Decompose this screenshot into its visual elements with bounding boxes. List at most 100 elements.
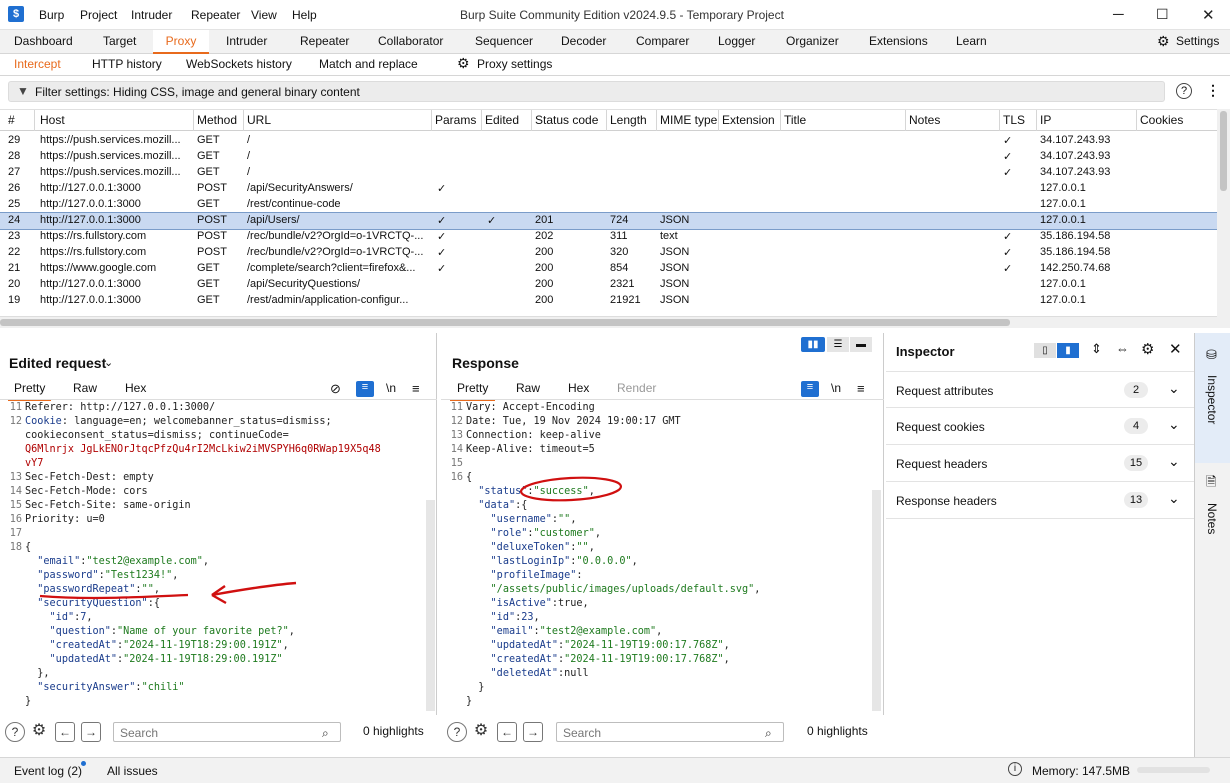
tab-extensions[interactable]: Extensions: [869, 30, 928, 54]
split-horizontal-icon[interactable]: ☰: [827, 337, 849, 352]
table-row[interactable]: 19 http://127.0.0.1:3000 GET/rest/admin/ap…: [0, 293, 1217, 309]
col-url[interactable]: URL: [247, 113, 271, 127]
inspector-section-request-cookies[interactable]: Request cookies 4 ⌄: [886, 408, 1194, 445]
menu-burp[interactable]: Burp: [39, 8, 64, 22]
history-horizontal-scrollbar[interactable]: [0, 316, 1217, 328]
response-editor[interactable]: 11 Vary: Accept-Encoding 12 Date: Tue, 19 N…: [441, 399, 884, 711]
tab-logger[interactable]: Logger: [718, 30, 755, 54]
table-row[interactable]: 20 http://127.0.0.1:3000 GET/api/SecurityQ…: [0, 277, 1217, 293]
tab-match-and-replace[interactable]: Match and replace: [319, 57, 418, 71]
tab-proxy[interactable]: Proxy: [153, 30, 209, 54]
chevron-down-icon[interactable]: ⌄: [1168, 490, 1180, 507]
settings-button[interactable]: Settings: [1176, 30, 1219, 54]
filter-bar[interactable]: ▼ Filter settings: Hiding CSS, image and…: [8, 81, 1165, 102]
proxy-settings-gear-icon[interactable]: ⚙: [457, 55, 470, 72]
back-arrow-icon[interactable]: ←: [497, 722, 517, 742]
table-row[interactable]: 23 https://rs.fullstory.com POST/rec/bundl…: [0, 229, 1217, 245]
table-row[interactable]: 24 http://127.0.0.1:3000 POST/api/Users/ ✓ ✓…: [0, 212, 1217, 230]
menu-icon[interactable]: ≡: [412, 381, 420, 401]
wrap-lines-icon[interactable]: ≡: [356, 381, 374, 397]
table-row[interactable]: 25 http://127.0.0.1:3000 GET/rest/continue…: [0, 197, 1217, 213]
col-status[interactable]: Status code: [535, 113, 598, 127]
split-vertical-icon[interactable]: ▮▮: [801, 337, 825, 352]
inspector-gear-icon[interactable]: ⚙: [1141, 340, 1154, 358]
side-tab-notes[interactable]: 🗎 Notes: [1195, 467, 1230, 557]
layout-left-icon[interactable]: ▯: [1034, 343, 1056, 358]
col-title[interactable]: Title: [784, 113, 806, 127]
table-row[interactable]: 21 https://www.google.com GET/complete/sea…: [0, 261, 1217, 277]
col-ip[interactable]: IP: [1040, 113, 1051, 127]
newline-toggle[interactable]: \n: [386, 381, 396, 401]
table-row[interactable]: 22 https://rs.fullstory.com POST/rec/bundl…: [0, 245, 1217, 261]
col-length[interactable]: Length: [610, 113, 647, 127]
forward-arrow-icon[interactable]: →: [81, 722, 101, 742]
tab-pretty[interactable]: Pretty: [8, 381, 52, 401]
tab-http-history[interactable]: HTTP history: [92, 57, 162, 71]
event-log-button[interactable]: Event log (2): [14, 764, 82, 778]
inspector-section-request-headers[interactable]: Request headers 15 ⌄: [886, 445, 1194, 482]
tab-websockets-history[interactable]: WebSockets history: [186, 57, 292, 71]
chevron-down-icon[interactable]: ⌄: [1168, 453, 1180, 470]
col-notes[interactable]: Notes: [909, 113, 940, 127]
tab-hex[interactable]: Hex: [125, 381, 146, 401]
tab-intruder[interactable]: Intruder: [226, 30, 267, 54]
help-icon[interactable]: ?: [5, 722, 25, 742]
tab-organizer[interactable]: Organizer: [786, 30, 839, 54]
chevron-down-icon[interactable]: ⌄: [104, 356, 113, 369]
inspector-section-response-headers[interactable]: Response headers 13 ⌄: [886, 482, 1194, 519]
menu-intruder[interactable]: Intruder: [131, 8, 172, 22]
tab-intercept[interactable]: Intercept: [14, 57, 61, 71]
newline-toggle[interactable]: \n: [831, 381, 841, 401]
chevron-down-icon[interactable]: ⌄: [1168, 380, 1180, 397]
request-search-input[interactable]: Search ⌕: [113, 722, 341, 742]
tab-raw[interactable]: Raw: [516, 381, 540, 401]
table-row[interactable]: 29 https://push.services.mozill... GET / ✓ 34…: [0, 133, 1217, 149]
gear-icon[interactable]: ⚙: [1157, 30, 1170, 54]
menu-project[interactable]: Project: [80, 8, 117, 22]
forward-arrow-icon[interactable]: →: [523, 722, 543, 742]
tab-decoder[interactable]: Decoder: [561, 30, 606, 54]
col-params[interactable]: Params: [435, 113, 476, 127]
close-icon[interactable]: ✕: [1169, 340, 1182, 358]
all-issues-button[interactable]: All issues: [107, 764, 158, 778]
table-row[interactable]: 28 https://push.services.mozill... GET / ✓ 34…: [0, 149, 1217, 165]
collapse-all-icon[interactable]: ⇔: [1116, 341, 1129, 356]
tab-collaborator[interactable]: Collaborator: [378, 30, 443, 54]
settings-gear-icon[interactable]: ⚙: [29, 722, 49, 742]
tab-pretty[interactable]: Pretty: [450, 381, 496, 401]
minimize-icon[interactable]: ─: [1113, 6, 1124, 23]
tab-dashboard[interactable]: Dashboard: [14, 30, 73, 54]
tab-render[interactable]: Render: [617, 381, 656, 401]
col-cookies[interactable]: Cookies: [1140, 113, 1183, 127]
layout-right-icon[interactable]: ▮: [1057, 343, 1079, 358]
table-row[interactable]: 27 https://push.services.mozill... GET / ✓ 34…: [0, 165, 1217, 181]
tab-comparer[interactable]: Comparer: [636, 30, 689, 54]
request-editor[interactable]: 11 Referer: http://127.0.0.1:3000/12 Cooki…: [0, 399, 437, 711]
col-method[interactable]: Method: [197, 113, 237, 127]
hide-icon[interactable]: ⊘: [330, 381, 341, 401]
tab-sequencer[interactable]: Sequencer: [475, 30, 533, 54]
wrap-lines-icon[interactable]: ≡: [801, 381, 819, 397]
menu-help[interactable]: Help: [292, 8, 317, 22]
proxy-settings-button[interactable]: Proxy settings: [477, 57, 552, 71]
inspector-section-request-attributes[interactable]: Request attributes 2 ⌄: [886, 371, 1194, 408]
more-options-icon[interactable]: ⋮: [1206, 82, 1220, 99]
col-host[interactable]: Host: [40, 113, 65, 127]
menu-icon[interactable]: ≡: [857, 381, 865, 401]
col-tls[interactable]: TLS: [1003, 113, 1025, 127]
tab-hex[interactable]: Hex: [568, 381, 589, 401]
tab-target[interactable]: Target: [103, 30, 136, 54]
table-row[interactable]: 26 http://127.0.0.1:3000 POST/api/Security…: [0, 181, 1217, 197]
col-extension[interactable]: Extension: [722, 113, 775, 127]
tab-raw[interactable]: Raw: [73, 381, 97, 401]
single-pane-icon[interactable]: ▬: [850, 337, 872, 352]
help-icon[interactable]: ?: [1176, 83, 1192, 99]
col-num[interactable]: #: [8, 113, 15, 127]
expand-all-icon[interactable]: ⇕: [1091, 341, 1102, 357]
tab-learn[interactable]: Learn: [956, 30, 987, 54]
tab-repeater[interactable]: Repeater: [300, 30, 349, 54]
col-mime[interactable]: MIME type: [660, 113, 717, 127]
menu-repeater[interactable]: Repeater: [191, 8, 240, 22]
side-tab-inspector[interactable]: ⛁ Inspector: [1195, 333, 1230, 463]
settings-gear-icon[interactable]: ⚙: [471, 722, 491, 742]
